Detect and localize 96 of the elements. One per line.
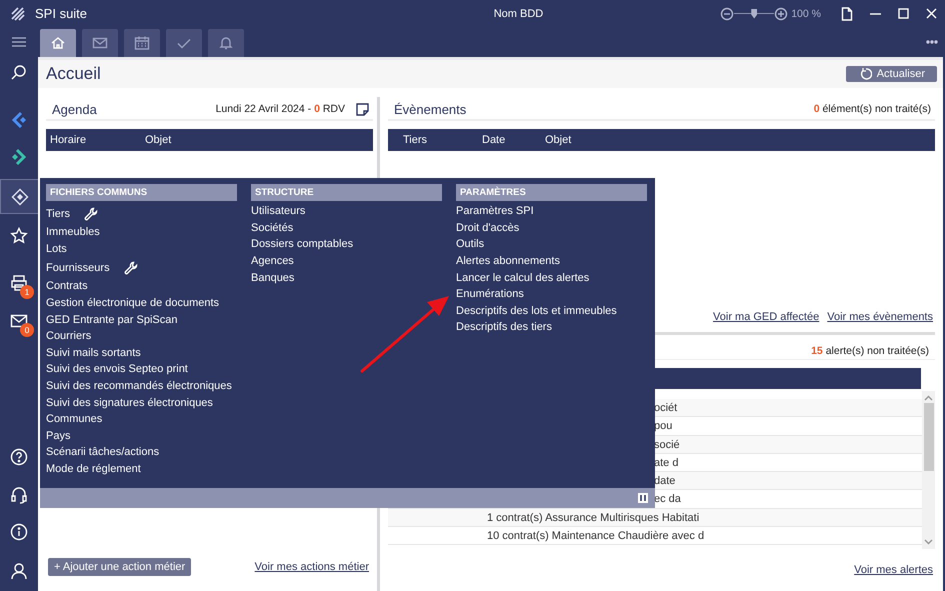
menu-item[interactable]: Pays	[46, 430, 70, 442]
add-action-button[interactable]: + Ajouter une action métier	[48, 558, 192, 576]
tab[interactable]	[124, 29, 160, 57]
tab[interactable]	[82, 29, 118, 57]
panel-title: Évènements	[394, 102, 466, 116]
menu-item[interactable]: Suivi des signatures électroniques	[46, 396, 213, 409]
alert-text: ociét	[654, 402, 678, 414]
headset-icon	[10, 486, 28, 504]
menu-icon	[12, 37, 26, 47]
events-link[interactable]: Voir mes évènements	[827, 311, 933, 323]
sidebar-item[interactable]	[0, 179, 38, 214]
alert-text: socié	[654, 438, 680, 451]
search-icon	[10, 64, 28, 82]
alert-text: date	[654, 475, 676, 488]
menu-section-header: STRUCTURE	[251, 184, 442, 201]
menu-item[interactable]: Utilisateurs	[251, 205, 306, 218]
page-title: Accueil	[46, 64, 101, 84]
menu-item[interactable]: Immeubles	[46, 226, 100, 238]
more-icon	[926, 40, 938, 44]
scrollbar[interactable]	[922, 391, 935, 549]
refresh-button[interactable]: Actualiser	[846, 66, 937, 82]
menu-item[interactable]: Paramètres SPI	[456, 205, 534, 218]
diamond-icon	[10, 188, 28, 206]
count-badge: 1	[20, 285, 34, 299]
note-icon	[356, 102, 369, 116]
events-summary: 0 élément(s) non traité(s)	[814, 103, 931, 115]
menu-item[interactable]: Gestion électronique de documents	[46, 297, 220, 310]
events-link[interactable]: Voir ma GED affectée	[713, 311, 820, 323]
document-icon	[841, 6, 853, 20]
alerts-link[interactable]: Voir mes alertes	[854, 564, 933, 576]
user-icon	[10, 562, 28, 580]
info-icon	[10, 523, 28, 541]
zoom-out-icon	[720, 6, 734, 20]
menu-item[interactable]: Enumérations	[456, 288, 524, 300]
menu-item[interactable]: Descriptifs des tiers	[456, 321, 552, 334]
app-title: SPI suite	[35, 6, 88, 21]
menu-item[interactable]: Contrats	[46, 280, 88, 292]
menu-item[interactable]: Fournisseurs	[46, 262, 110, 274]
actions-link[interactable]: Voir mes actions métier	[254, 561, 369, 573]
panel-title: Agenda	[52, 102, 97, 116]
agenda-summary: Lundi 22 Avril 2024 - 0 RDV	[216, 103, 345, 115]
maximize-icon	[898, 8, 908, 19]
menu-item[interactable]: GED Entrante par SpiScan	[46, 314, 178, 326]
menu-section-header: FICHIERS COMMUNS	[46, 184, 237, 201]
tab[interactable]	[208, 29, 244, 57]
menu-item[interactable]: Lancer le calcul des alertes	[456, 272, 590, 284]
database-label: Nom BDD	[494, 8, 544, 20]
scroll-up-icon	[924, 395, 933, 401]
menu-item[interactable]: Outils	[456, 238, 484, 250]
alert-row[interactable]: 10 contrat(s) Maintenance Chaudière avec d	[388, 527, 922, 546]
bell-icon	[218, 35, 234, 51]
right-chevron-icon	[10, 148, 28, 166]
menu-item[interactable]: Suivi mails sortants	[46, 346, 141, 359]
alert-text: 10 contrat(s) Maintenance Chaudière avec d	[487, 530, 704, 542]
mail-icon	[92, 35, 108, 51]
menu-section-header: PARAMÈTRES	[456, 184, 647, 201]
refresh-icon	[860, 68, 872, 80]
menu-item[interactable]: Banques	[251, 272, 294, 284]
menu-item[interactable]: Dossiers comptables	[251, 238, 354, 250]
scroll-down-icon	[924, 539, 933, 545]
star-icon	[10, 227, 28, 245]
menu-item[interactable]: Suivi des recommandés électroniques	[46, 380, 232, 392]
column-header: Horaire	[49, 134, 88, 146]
menu-item[interactable]: Sociétés	[251, 222, 294, 234]
menu-item[interactable]: Droit d'accès	[456, 222, 520, 234]
alert-row[interactable]: 1 contrat(s) Assurance Multirisques Habitati	[388, 508, 922, 528]
count-badge: 0	[20, 323, 34, 337]
menu-item[interactable]: Agences	[251, 255, 294, 268]
menu-item[interactable]: Descriptifs des lots et immeubles	[456, 304, 617, 317]
alert-text: ate d	[654, 456, 678, 469]
help-icon	[10, 448, 28, 466]
menu-item[interactable]: Communes	[46, 413, 102, 426]
column-header: Tiers	[402, 134, 428, 146]
menu-item[interactable]: Courriers	[46, 330, 92, 342]
left-chevron-icon	[10, 111, 28, 129]
alert-text: 1 contrat(s) Assurance Multirisques Habitati	[487, 512, 700, 524]
menu-item[interactable]: Alertes abonnements	[456, 255, 560, 268]
scrollbar-thumb[interactable]	[924, 403, 934, 471]
menu-item[interactable]: Suivi des envois Septeo print	[46, 363, 188, 376]
menu-item[interactable]: Tiers	[46, 208, 70, 220]
home-icon	[50, 35, 66, 51]
menu-item[interactable]: Scénarii tâches/actions	[46, 446, 160, 458]
column-header: Objet	[145, 134, 172, 146]
menu-item[interactable]: Lots	[46, 242, 67, 255]
column-header: Objet	[545, 134, 572, 146]
book-icon	[637, 492, 649, 504]
slider-thumb[interactable]	[751, 8, 758, 18]
zoom-in-icon	[774, 6, 788, 20]
column-header: Date	[482, 134, 506, 146]
zoom-slider[interactable]	[734, 8, 774, 18]
close-icon	[926, 8, 936, 19]
alerts-summary: 15 alerte(s) non traitée(s)	[811, 345, 929, 357]
menu-item[interactable]: Mode de réglement	[46, 463, 141, 476]
calendar-icon	[134, 35, 150, 51]
app-logo-icon	[10, 6, 26, 22]
zoom-reading: 100 %	[791, 8, 821, 20]
